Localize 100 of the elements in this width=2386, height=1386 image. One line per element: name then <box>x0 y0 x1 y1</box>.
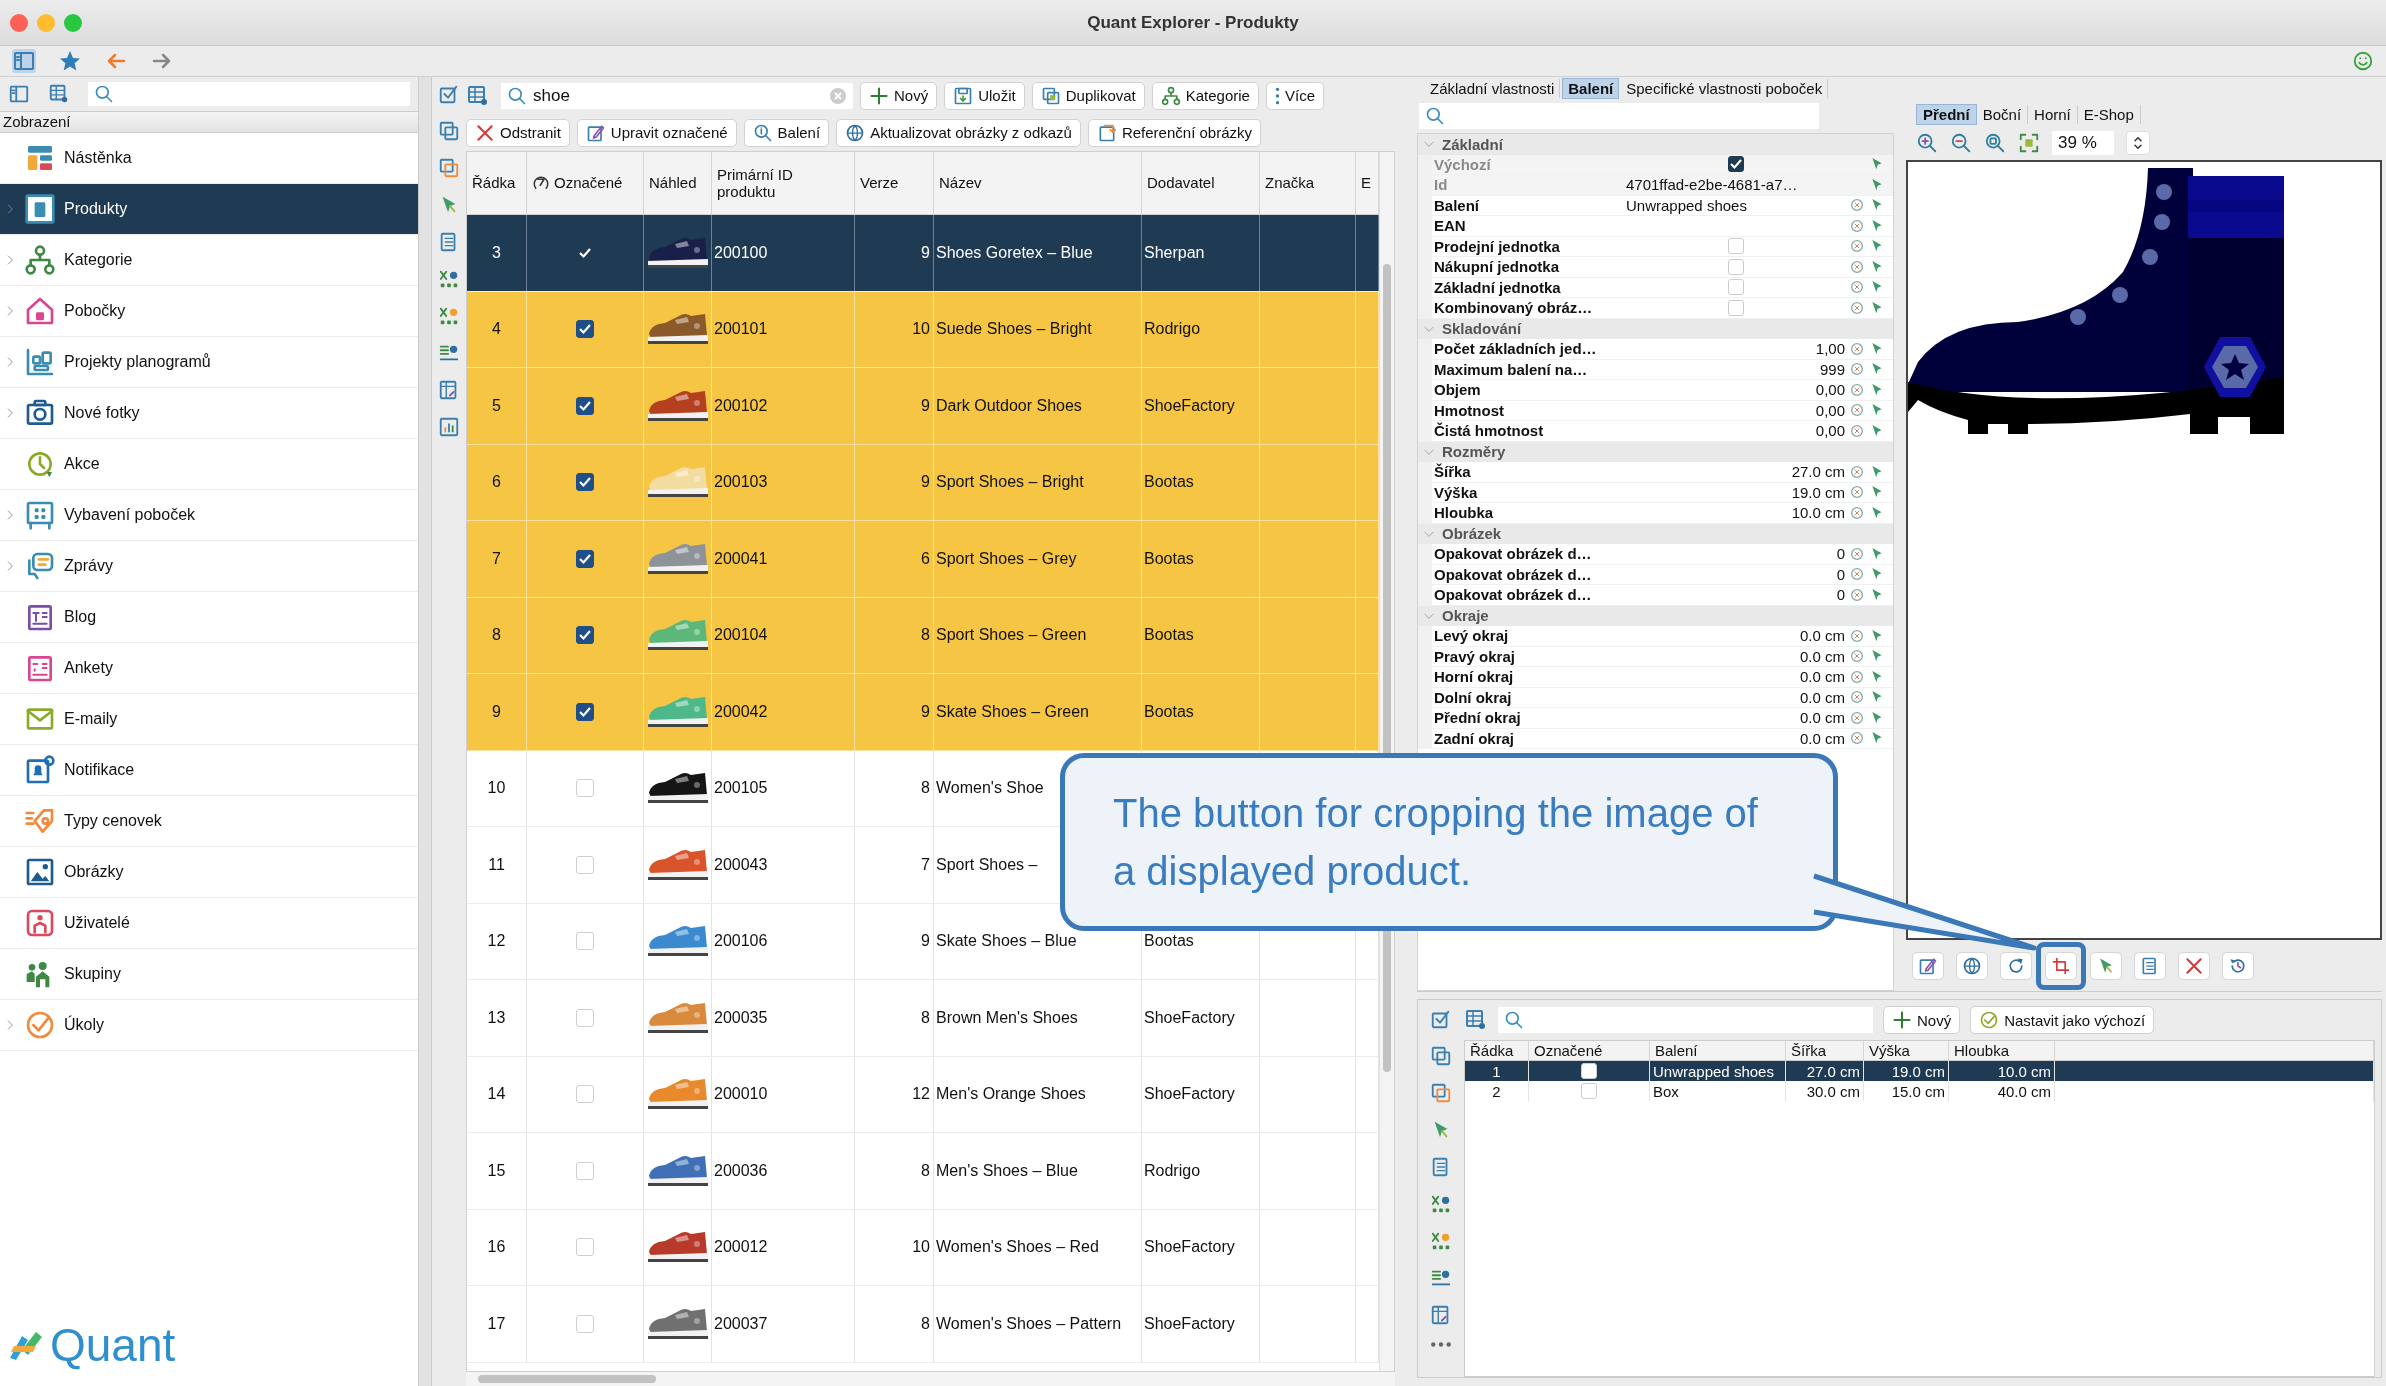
reset-icon[interactable] <box>1849 381 1865 398</box>
column-header[interactable]: Výška <box>1864 1041 1949 1060</box>
toolbar-button[interactable]: Nový <box>1883 1006 1961 1034</box>
zoom-reset-icon[interactable] <box>1984 132 2006 154</box>
property-value[interactable]: 1,00 <box>1815 340 1845 358</box>
reset-icon[interactable] <box>1849 361 1865 378</box>
column-header[interactable]: Primární ID produktu <box>712 152 855 214</box>
column-header[interactable]: Řádka <box>1465 1041 1529 1060</box>
help-icon[interactable] <box>1430 1082 1452 1104</box>
property-row[interactable]: Dolní okraj 0.0 cm <box>1418 687 1893 708</box>
image-tool-button[interactable] <box>2090 951 2122 980</box>
property-value[interactable]: 0.0 cm <box>1800 688 1845 706</box>
sidebar-icon[interactable] <box>8 83 30 105</box>
property-value[interactable]: 0,00 <box>1815 401 1845 419</box>
property-value[interactable]: 19.0 cm <box>1791 483 1845 501</box>
reset-icon[interactable] <box>1849 422 1865 439</box>
sidebar-item[interactable]: Zprávy <box>0 541 418 592</box>
property-value[interactable]: 0 <box>1836 565 1845 583</box>
property-value[interactable]: Unwrapped shoes <box>1626 196 1747 214</box>
spreadsheet-icon[interactable] <box>1430 1230 1452 1252</box>
property-row[interactable]: Opakovat obrázek d… 0 <box>1418 544 1893 565</box>
tab[interactable]: Horní <box>2028 104 2078 124</box>
property-row[interactable]: Id 4701ffad-e2be-4681-a7… <box>1418 175 1893 196</box>
property-row[interactable]: Balení Unwrapped shoes <box>1418 195 1893 216</box>
sidebar-icon[interactable] <box>12 49 36 73</box>
table-settings-icon[interactable] <box>1464 1008 1488 1032</box>
copy-icon[interactable] <box>438 120 460 142</box>
toolbar-button[interactable]: Více <box>1265 81 1324 110</box>
toolbar-button[interactable]: Duplikovat <box>1031 81 1145 110</box>
reset-icon[interactable] <box>1849 258 1865 275</box>
reset-icon[interactable] <box>1849 730 1865 747</box>
column-header[interactable]: Název <box>934 152 1142 214</box>
checkbox[interactable] <box>576 626 594 645</box>
column-header[interactable]: Řádka <box>467 152 527 214</box>
search-field[interactable] <box>88 82 410 106</box>
reset-icon[interactable] <box>1849 627 1865 644</box>
maximize-window-button[interactable] <box>64 13 82 32</box>
search-field[interactable] <box>1419 103 1819 129</box>
reset-icon[interactable] <box>1849 586 1865 603</box>
toolbar-button[interactable]: Nový <box>860 81 938 110</box>
sidebar-item[interactable]: Nové fotky <box>0 388 418 439</box>
checkbox-icon[interactable] <box>1430 1008 1452 1030</box>
toolbar-button[interactable]: Odstranit <box>466 118 570 147</box>
sidebar-item[interactable]: Akce <box>0 439 418 490</box>
reset-icon[interactable] <box>1849 340 1865 357</box>
reset-icon[interactable] <box>1849 217 1865 234</box>
image-tool-button[interactable] <box>1956 951 1988 980</box>
checkbox-icon[interactable] <box>438 83 460 105</box>
property-value[interactable]: 0 <box>1836 586 1845 604</box>
crop-button[interactable] <box>2045 951 2077 980</box>
property-value[interactable]: 0,00 <box>1815 381 1845 399</box>
table-row[interactable]: 5 200102 9 Dark Outdoor Shoes ShoeFactory <box>467 368 1379 445</box>
property-row[interactable]: Opakovat obrázek d… 0 <box>1418 564 1893 585</box>
property-row[interactable]: EAN <box>1418 216 1893 237</box>
spreadsheet-icon[interactable] <box>1430 1193 1452 1215</box>
table-row[interactable]: 4 200101 10 Suede Shoes – Bright Rodrigo <box>467 291 1379 368</box>
reset-icon[interactable] <box>1849 668 1865 685</box>
toolbar-button[interactable]: Nastavit jako výchozí <box>1970 1006 2155 1034</box>
column-header[interactable]: Verze <box>855 152 934 214</box>
sidebar-item[interactable]: Produkty <box>0 184 418 235</box>
column-header[interactable]: Označené <box>527 152 644 214</box>
image-tool-button[interactable] <box>2000 951 2032 980</box>
sidebar-item[interactable]: Typy cenovek <box>0 796 418 847</box>
sidebar-item[interactable]: Projekty planogramů <box>0 337 418 388</box>
property-value[interactable]: 0.0 cm <box>1800 647 1845 665</box>
property-row[interactable]: Prodejní jednotka <box>1418 236 1893 257</box>
property-row[interactable]: Horní okraj 0.0 cm <box>1418 667 1893 688</box>
scrollbar-thumb[interactable] <box>478 1375 656 1383</box>
toolbar-button[interactable]: Balení <box>743 118 830 147</box>
property-value[interactable]: 0.0 cm <box>1800 709 1845 727</box>
sidebar-item[interactable]: Notifikace <box>0 745 418 796</box>
toolbar-button[interactable]: Aktualizovat obrázky z odkazů <box>836 118 1081 147</box>
checkbox[interactable] <box>576 702 594 721</box>
property-value[interactable]: 4701ffad-e2be-4681-a7… <box>1626 176 1798 194</box>
image-tool-button[interactable] <box>2178 951 2210 980</box>
reset-icon[interactable] <box>1849 463 1865 480</box>
image-tool-button[interactable] <box>2222 951 2254 980</box>
star-icon[interactable] <box>58 49 82 73</box>
help-icon[interactable] <box>438 157 460 179</box>
table-row[interactable]: 9 200042 9 Skate Shoes – Green Bootas <box>467 674 1379 751</box>
spreadsheet-icon[interactable] <box>438 305 460 327</box>
sidebar-item[interactable]: Skupiny <box>0 949 418 1000</box>
reset-icon[interactable] <box>1849 402 1865 419</box>
property-value[interactable]: 999 <box>1819 360 1845 378</box>
zoom-field[interactable]: 39 % <box>2052 131 2114 155</box>
property-row[interactable]: Opakovat obrázek d… 0 <box>1418 585 1893 606</box>
tab[interactable]: Přední <box>1916 103 1977 125</box>
tab[interactable]: Specifické vlastnosti poboček <box>1621 79 1829 98</box>
close-window-button[interactable] <box>10 13 28 32</box>
reset-icon[interactable] <box>1849 238 1865 255</box>
sidebar-item[interactable]: Ankety <box>0 643 418 694</box>
table-row[interactable]: 3 200100 9 Shoes Goretex – Blue Sherpan <box>467 215 1379 292</box>
sidebar-item[interactable]: Pobočky <box>0 286 418 337</box>
copy-icon[interactable] <box>1430 1045 1452 1067</box>
property-value[interactable]: 10.0 cm <box>1791 504 1845 522</box>
spreadsheet-icon[interactable] <box>438 268 460 290</box>
search-field[interactable] <box>1498 1007 1873 1033</box>
property-value[interactable]: 0 <box>1836 545 1845 563</box>
reset-icon[interactable] <box>1849 648 1865 665</box>
bar-chart-icon[interactable] <box>438 416 460 438</box>
